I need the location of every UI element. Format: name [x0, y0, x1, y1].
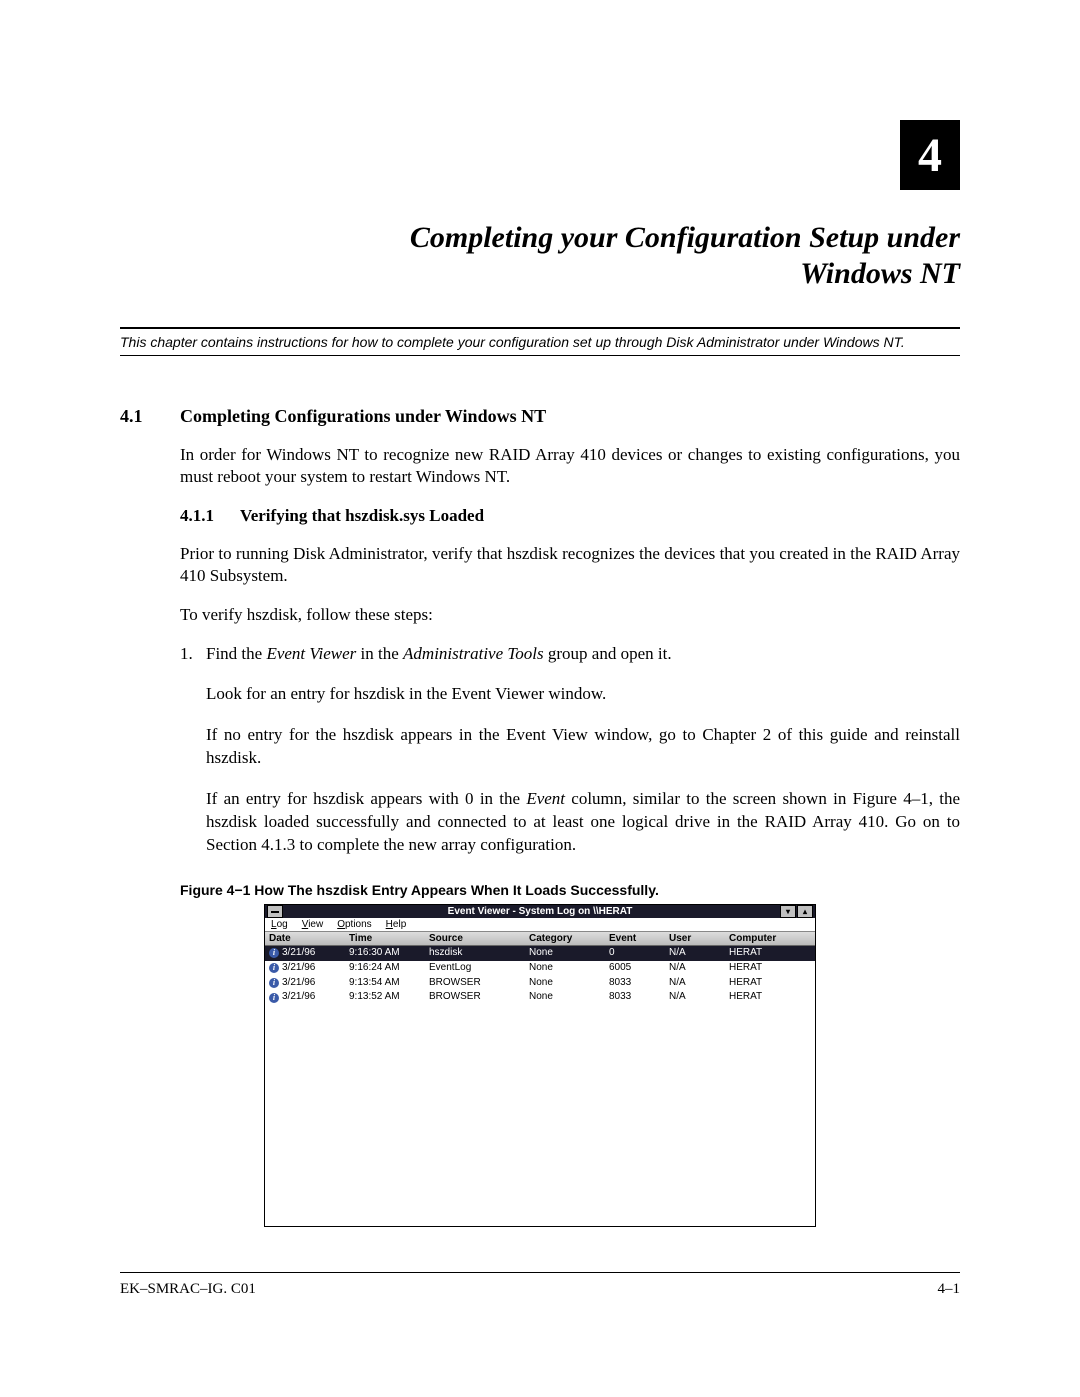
chapter-title-line1: Completing your Configuration Setup unde… — [410, 221, 960, 254]
step-1-p2: If no entry for the hszdisk appears in t… — [206, 724, 960, 770]
system-menu-icon[interactable] — [267, 905, 283, 918]
section-4.1-number: 4.1 — [120, 406, 160, 427]
header-computer[interactable]: Computer — [725, 932, 815, 945]
figure-4-1-caption: Figure 4−1 How The hszdisk Entry Appears… — [180, 882, 960, 898]
minimize-button[interactable]: ▾ — [780, 905, 796, 918]
header-user[interactable]: User — [665, 932, 725, 945]
chapter-intro: This chapter contains instructions for h… — [120, 334, 960, 350]
footer-right: 4–1 — [938, 1281, 961, 1298]
rule-top — [120, 327, 960, 329]
menu-help[interactable]: Help — [386, 919, 407, 930]
info-icon: i — [269, 978, 279, 988]
header-time[interactable]: Time — [345, 932, 425, 945]
t: If an entry for hszdisk appears with 0 i… — [206, 789, 526, 808]
step-1: 1.Find the Event Viewer in the Administr… — [180, 643, 960, 666]
footer-left: EK–SMRAC–IG. C01 — [120, 1281, 256, 1298]
section-4.1.1-title: Verifying that hszdisk.sys Loaded — [240, 506, 484, 526]
column-headers[interactable]: Date Time Source Category Event User Com… — [265, 932, 815, 946]
menu-view[interactable]: View — [302, 919, 324, 930]
menu-options[interactable]: Options — [337, 919, 371, 930]
info-icon: i — [269, 993, 279, 1003]
rule-bottom — [120, 355, 960, 356]
step-1-number: 1. — [180, 643, 206, 666]
admin-tools-term: Administrative Tools — [403, 644, 544, 663]
chapter-title-line2: Windows NT — [800, 257, 960, 290]
table-row[interactable]: i3/21/969:16:24 AMEventLogNone6005N/AHER… — [265, 961, 815, 976]
table-row[interactable]: i3/21/969:13:54 AMBROWSERNone8033N/AHERA… — [265, 976, 815, 991]
t: group and open it. — [544, 644, 672, 663]
section-4.1-body: In order for Windows NT to recognize new… — [180, 444, 960, 488]
table-row[interactable]: i3/21/969:13:52 AMBROWSERNone8033N/AHERA… — [265, 990, 815, 1005]
table-row[interactable]: i3/21/969:16:30 AMhszdiskNone0N/AHERAT — [265, 946, 815, 961]
event-list[interactable]: i3/21/969:16:30 AMhszdiskNone0N/AHERATi3… — [265, 946, 815, 1226]
chapter-title: Completing your Configuration Setup unde… — [120, 220, 960, 292]
chapter-number-badge: 4 — [900, 120, 960, 190]
header-source[interactable]: Source — [425, 932, 525, 945]
event-viewer-titlebar[interactable]: Event Viewer - System Log on \\HERAT ▾ ▴ — [265, 905, 815, 918]
info-icon: i — [269, 948, 279, 958]
page-footer: EK–SMRAC–IG. C01 4–1 — [120, 1272, 960, 1298]
section-4.1.1-body1: Prior to running Disk Administrator, ver… — [180, 543, 960, 587]
section-4.1.1-number: 4.1.1 — [180, 506, 220, 526]
maximize-button[interactable]: ▴ — [797, 905, 813, 918]
menu-bar[interactable]: Log View Options Help — [265, 918, 815, 932]
event-column-term: Event — [526, 789, 565, 808]
event-viewer-term: Event Viewer — [266, 644, 356, 663]
header-category[interactable]: Category — [525, 932, 605, 945]
info-icon: i — [269, 963, 279, 973]
section-4.1-title: Completing Configurations under Windows … — [180, 406, 546, 427]
section-4.1.1-body2: To verify hszdisk, follow these steps: — [180, 604, 960, 626]
menu-log[interactable]: Log — [271, 919, 288, 930]
step-1-p3: If an entry for hszdisk appears with 0 i… — [206, 788, 960, 857]
window-title-text: Event Viewer - System Log on \\HERAT — [448, 906, 633, 917]
event-viewer-window: Event Viewer - System Log on \\HERAT ▾ ▴… — [264, 904, 816, 1227]
header-date[interactable]: Date — [265, 932, 345, 945]
step-1-line2: Look for an entry for hszdisk in the Eve… — [206, 683, 960, 706]
t: in the — [356, 644, 403, 663]
t: Find the — [206, 644, 266, 663]
header-event[interactable]: Event — [605, 932, 665, 945]
